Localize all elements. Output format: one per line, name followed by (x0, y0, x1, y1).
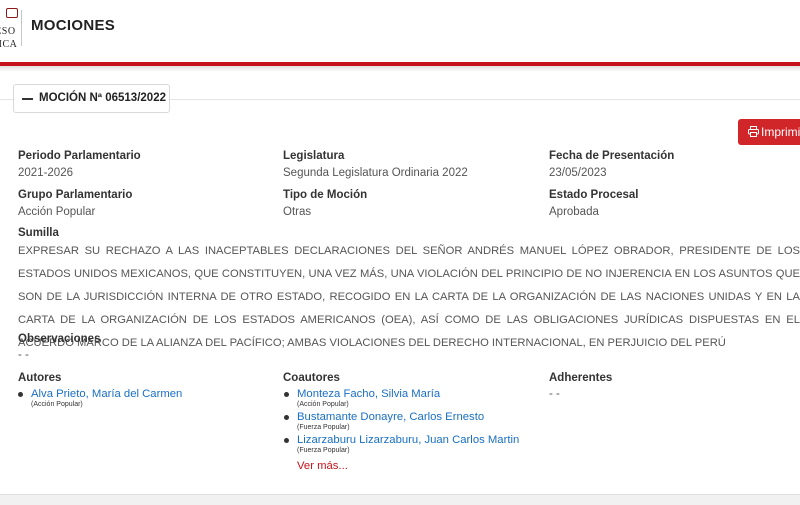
fecha-label: Fecha de Presentación (549, 150, 675, 162)
estado-label: Estado Procesal (549, 189, 639, 201)
coauthor-link[interactable]: Bustamante Donayre, Carlos Ernesto (297, 411, 484, 423)
sumilla-label: Sumilla (18, 227, 59, 239)
header-divider (21, 10, 22, 46)
print-button[interactable]: Imprimi (738, 119, 800, 145)
panel-footer (0, 494, 800, 505)
minus-icon (22, 98, 33, 100)
grupo-value: Acción Popular (18, 206, 96, 218)
bullet-icon (284, 415, 289, 420)
observaciones-value: - - (18, 349, 29, 361)
congress-logo[interactable]: RESO LICA (0, 6, 20, 54)
sumilla-text: EXPRESAR SU RECHAZO A LAS INACEPTABLES D… (18, 245, 800, 349)
printer-icon (748, 126, 759, 137)
page-title: MOCIONES (31, 17, 116, 34)
motion-number: MOCIÓN Nª 06513/2022 (39, 92, 166, 104)
estado-value: Aprobada (549, 206, 599, 218)
coauthor-party: (Fuerza Popular) (297, 424, 350, 431)
coauthor-link[interactable]: Monteza Facho, Silvia María (297, 388, 440, 400)
header-shadow (0, 66, 800, 72)
tipo-value: Otras (283, 206, 312, 218)
adherentes-value: - - (549, 388, 560, 400)
periodo-value: 2021-2026 (18, 167, 73, 179)
logo-word-1: RESO (0, 26, 16, 37)
observaciones-label: Observaciones (18, 333, 101, 345)
collapse-toggle[interactable]: MOCIÓN Nª 06513/2022 (13, 84, 170, 113)
author-party: (Acción Popular) (31, 401, 83, 408)
coauthor-link[interactable]: Lizarzaburu Lizarzaburu, Juan Carlos Mar… (297, 434, 519, 446)
legislatura-label: Legislatura (283, 150, 345, 162)
coauthor-party: (Acción Popular) (297, 401, 349, 408)
author-link[interactable]: Alva Prieto, María del Carmen (31, 388, 182, 400)
bullet-icon (18, 392, 23, 397)
bullet-icon (284, 392, 289, 397)
emblem-icon (6, 8, 18, 18)
top-bar: RESO LICA MOCIONES (0, 0, 800, 62)
legislatura-value: Segunda Legislatura Ordinaria 2022 (283, 167, 468, 179)
logo-word-2: LICA (0, 39, 18, 50)
coauthor-party: (Fuerza Popular) (297, 447, 350, 454)
tipo-label: Tipo de Moción (283, 189, 368, 201)
grupo-label: Grupo Parlamentario (18, 189, 133, 201)
adherentes-label: Adherentes (549, 372, 613, 384)
coautores-label: Coautores (283, 372, 340, 384)
ver-mas-link[interactable]: Ver más... (297, 460, 348, 472)
autores-label: Autores (18, 372, 62, 384)
fecha-value: 23/05/2023 (549, 167, 607, 179)
print-label: Imprimi (761, 125, 800, 139)
bullet-icon (284, 438, 289, 443)
periodo-label: Periodo Parlamentario (18, 150, 141, 162)
